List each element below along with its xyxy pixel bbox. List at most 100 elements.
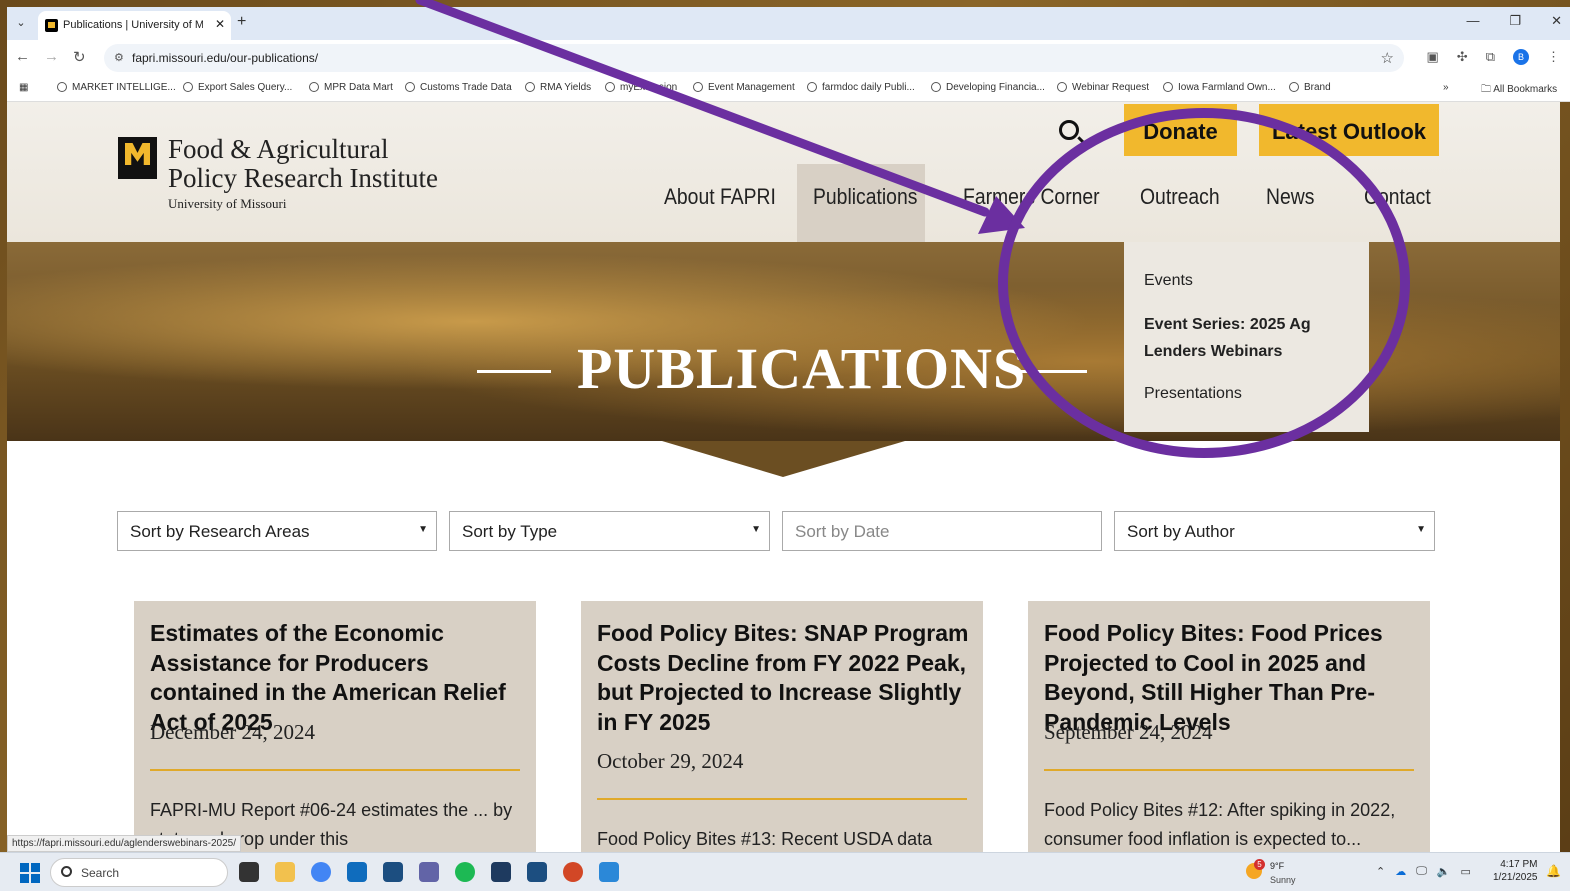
tab-bar: ⌄ Publications | University of Miss ✕ + … bbox=[7, 7, 1570, 40]
donate-button[interactable]: Donate bbox=[1124, 104, 1237, 156]
card-divider bbox=[150, 769, 520, 771]
author-select[interactable]: Sort by Author ▼ bbox=[1114, 511, 1435, 551]
url-text: fapri.missouri.edu/our-publications/ bbox=[132, 51, 319, 65]
weather-temp: 9°F bbox=[1270, 861, 1285, 871]
status-bar-url: https://fapri.missouri.edu/aglenderswebi… bbox=[7, 835, 242, 852]
system-clock[interactable]: 4:17 PM 1/21/2025 bbox=[1493, 858, 1538, 884]
publication-card[interactable]: Estimates of the Economic Assistance for… bbox=[134, 601, 536, 852]
bookmark-item[interactable]: Export Sales Query... bbox=[183, 82, 292, 93]
bookmark-item[interactable]: myExtension bbox=[605, 82, 677, 93]
powerpoint-icon[interactable] bbox=[563, 862, 583, 882]
spotify-icon[interactable] bbox=[455, 862, 475, 882]
nav-about[interactable]: About FAPRI bbox=[664, 184, 776, 210]
logo-line-3[interactable]: University of Missouri bbox=[168, 196, 286, 212]
site-header: Food & Agricultural Policy Research Inst… bbox=[7, 102, 1560, 256]
publication-card[interactable]: Food Policy Bites: Food Prices Projected… bbox=[1028, 601, 1430, 852]
outlook-icon[interactable] bbox=[347, 862, 367, 882]
file-explorer-icon[interactable] bbox=[275, 862, 295, 882]
close-icon[interactable]: ✕ bbox=[215, 17, 225, 31]
bookmark-star-icon[interactable]: ☆ bbox=[1381, 49, 1394, 67]
research-areas-select[interactable]: Sort by Research Areas ▼ bbox=[117, 511, 437, 551]
nav-farmers-corner[interactable]: Farmers Corner bbox=[963, 184, 1100, 210]
app-icon[interactable] bbox=[527, 862, 547, 882]
logo-line-1[interactable]: Food & Agricultural bbox=[168, 134, 388, 165]
tab-list-button[interactable]: ⌄ bbox=[11, 13, 31, 33]
network-icon[interactable]: 🖵 bbox=[1416, 865, 1427, 878]
date-input[interactable]: Sort by Date bbox=[782, 511, 1102, 551]
search-icon[interactable] bbox=[1059, 120, 1079, 140]
mizzou-logo-icon[interactable] bbox=[118, 137, 157, 179]
extensions-icon[interactable]: ⧉ bbox=[1486, 49, 1495, 65]
bookmark-item[interactable]: Iowa Farmland Own... bbox=[1163, 82, 1276, 93]
bookmark-item[interactable]: MPR Data Mart bbox=[309, 82, 393, 93]
type-value: Sort by Type bbox=[462, 522, 558, 541]
dropdown-presentations[interactable]: Presentations bbox=[1144, 385, 1242, 403]
dropdown-ag-lenders-webinars[interactable]: Event Series: 2025 Ag Lenders Webinars bbox=[1144, 311, 1344, 365]
bookmarks-bar: ▦ MARKET INTELLIGE... Export Sales Query… bbox=[7, 76, 1570, 102]
hero-rule-right bbox=[1013, 370, 1087, 373]
volume-icon[interactable]: 🔈 bbox=[1437, 865, 1451, 878]
publication-card[interactable]: Food Policy Bites: SNAP Program Costs De… bbox=[581, 601, 983, 852]
calculator-icon[interactable] bbox=[491, 862, 511, 882]
nav-news[interactable]: News bbox=[1266, 184, 1314, 210]
back-arrow-icon[interactable]: ← bbox=[15, 48, 30, 65]
battery-icon[interactable]: ▭ bbox=[1461, 865, 1471, 878]
notification-bell-icon[interactable]: 🔔 bbox=[1546, 864, 1561, 878]
bookmark-item[interactable]: Developing Financia... bbox=[931, 82, 1045, 93]
chrome-icon[interactable] bbox=[311, 862, 331, 882]
web-page: Food & Agricultural Policy Research Inst… bbox=[7, 102, 1560, 852]
task-view-icon[interactable] bbox=[239, 862, 259, 882]
bookmark-item[interactable]: Customs Trade Data bbox=[405, 82, 512, 93]
bookmark-item[interactable]: Webinar Request bbox=[1057, 82, 1149, 93]
chevron-up-icon[interactable]: ⌃ bbox=[1376, 865, 1385, 878]
bookmark-item[interactable]: Brand bbox=[1289, 82, 1331, 93]
nav-outreach[interactable]: Outreach bbox=[1140, 184, 1220, 210]
chevron-down-icon: ▼ bbox=[751, 524, 761, 535]
puzzle-icon[interactable]: ✣ bbox=[1457, 49, 1468, 65]
all-bookmarks-folder[interactable]: 🗀 All Bookmarks bbox=[1481, 82, 1557, 99]
bookmark-item[interactable]: RMA Yields bbox=[525, 82, 591, 93]
site-info-icon[interactable]: ⚙ bbox=[114, 51, 124, 64]
tab-title: Publications | University of Miss bbox=[63, 19, 203, 31]
logo-line-2[interactable]: Policy Research Institute bbox=[168, 163, 438, 194]
latest-outlook-button[interactable]: Latest Outlook bbox=[1259, 104, 1439, 156]
card-divider bbox=[1044, 769, 1414, 771]
dropdown-events[interactable]: Events bbox=[1144, 272, 1193, 290]
active-tab[interactable]: Publications | University of Miss ✕ bbox=[38, 11, 231, 40]
minimize-button[interactable]: — bbox=[1466, 13, 1479, 29]
apps-grid-icon[interactable]: ▦ bbox=[19, 82, 28, 93]
nav-publications[interactable]: Publications bbox=[813, 184, 917, 210]
menu-icon[interactable]: ⋮ bbox=[1547, 49, 1560, 65]
bookmark-item[interactable]: MARKET INTELLIGE... bbox=[57, 82, 176, 93]
app-icon[interactable] bbox=[383, 862, 403, 882]
bookmark-item[interactable]: Event Management bbox=[693, 82, 795, 93]
card-title[interactable]: Food Policy Bites: SNAP Program Costs De… bbox=[597, 619, 969, 737]
restore-button[interactable]: ❐ bbox=[1509, 13, 1521, 29]
type-select[interactable]: Sort by Type ▼ bbox=[449, 511, 770, 551]
windows-start-icon[interactable] bbox=[20, 863, 40, 883]
windows-taskbar: Search 5 9°F Sunny ⌃ ☁ 🖵 🔈 ▭ 4:17 PM 1/2… bbox=[0, 852, 1570, 891]
address-bar[interactable]: ⚙ fapri.missouri.edu/our-publications/ ☆ bbox=[104, 44, 1404, 72]
forward-arrow-icon[interactable]: → bbox=[44, 48, 59, 65]
nav-contact[interactable]: Contact bbox=[1364, 184, 1431, 210]
system-tray: ⌃ ☁ 🖵 🔈 ▭ bbox=[1376, 865, 1471, 878]
date-placeholder: Sort by Date bbox=[795, 522, 890, 541]
profile-avatar[interactable]: B bbox=[1513, 49, 1529, 65]
search-icon bbox=[61, 866, 72, 877]
chevron-down-icon: ▼ bbox=[418, 524, 428, 535]
taskbar-search[interactable]: Search bbox=[50, 858, 228, 887]
hero-notch bbox=[662, 441, 905, 477]
bookmark-item[interactable]: farmdoc daily Publi... bbox=[807, 82, 915, 93]
card-description: Food Policy Bites #13: Recent USDA data bbox=[597, 829, 933, 849]
more-bookmarks-icon[interactable]: » bbox=[1443, 82, 1449, 93]
extension-icon[interactable]: ▣ bbox=[1427, 49, 1439, 65]
browser-toolbar: ← → ↻ ⚙ fapri.missouri.edu/our-publicati… bbox=[7, 40, 1570, 76]
onedrive-icon[interactable]: ☁ bbox=[1395, 865, 1406, 878]
reload-icon[interactable]: ↻ bbox=[73, 48, 86, 66]
toolbar-icons: ▣ ✣ ⧉ B ⋮ bbox=[1427, 49, 1560, 65]
clock-time: 4:17 PM bbox=[1500, 859, 1538, 870]
new-tab-button[interactable]: + bbox=[237, 13, 246, 31]
teams-icon[interactable] bbox=[419, 862, 439, 882]
window-close-button[interactable]: ✕ bbox=[1551, 13, 1562, 29]
photos-icon[interactable] bbox=[599, 862, 619, 882]
